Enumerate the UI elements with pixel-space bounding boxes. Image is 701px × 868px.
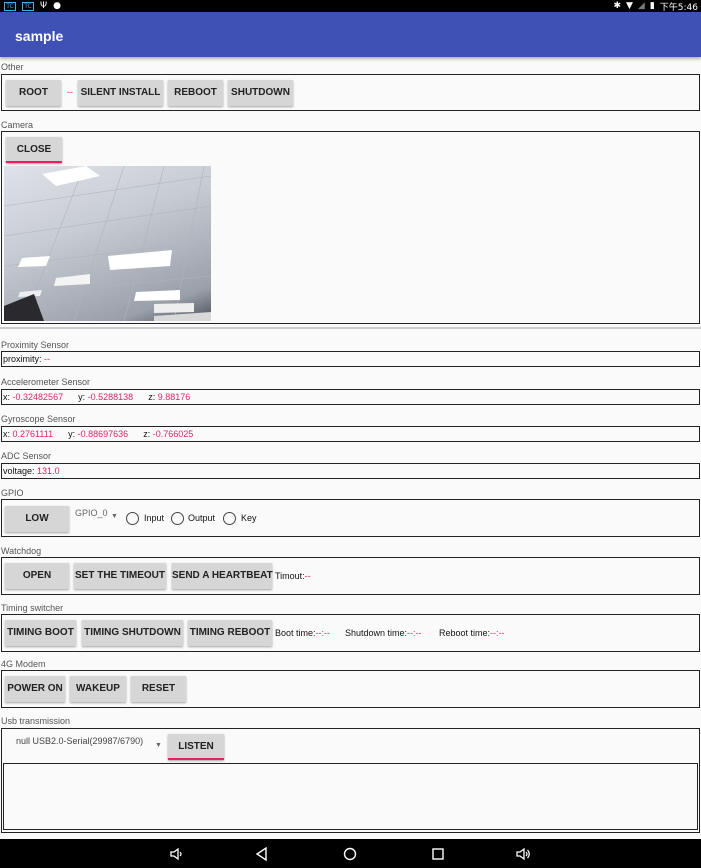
- app-title: sample: [15, 28, 64, 44]
- app-icon: TC: [22, 1, 34, 11]
- app-bar: sample: [0, 12, 701, 57]
- gyro-z-key: z:: [143, 429, 151, 439]
- close-camera-button[interactable]: CLOSE: [6, 137, 62, 163]
- proximity-value: --: [44, 354, 51, 364]
- watchdog-open-button[interactable]: OPEN: [5, 563, 69, 589]
- section-label-watchdog: Watchdog: [1, 546, 42, 556]
- usb-device-select[interactable]: null USB2.0-Serial(29987/6790): [16, 736, 143, 746]
- shutdown-time-key: Shutdown time:: [345, 628, 408, 638]
- section-label-camera: Camera: [1, 120, 34, 130]
- volume-up-icon[interactable]: [515, 846, 531, 862]
- gyro-x-value: 0.2761111: [12, 429, 54, 439]
- timing-boot-button[interactable]: TIMING BOOT: [5, 620, 76, 646]
- reboot-time-status: Reboot time:--:--: [439, 628, 505, 638]
- section-label-modem: 4G Modem: [1, 659, 46, 669]
- proximity-key: proximity:: [3, 354, 42, 364]
- section-label-gpio: GPIO: [1, 488, 24, 498]
- section-label-adc: ADC Sensor: [1, 451, 52, 461]
- app-icon: TC: [4, 1, 16, 11]
- volume-down-icon[interactable]: [168, 846, 184, 862]
- divider: [0, 327, 701, 329]
- adc-key: voltage:: [3, 466, 35, 476]
- wifi-icon: ▼: [625, 1, 633, 11]
- chevron-down-icon[interactable]: ▼: [155, 742, 162, 749]
- output-radio[interactable]: [171, 512, 184, 525]
- adc-readout: voltage: 131.0: [1, 463, 700, 479]
- timeout-key: Timout:: [275, 571, 305, 581]
- section-label-proximity: Proximity Sensor: [1, 340, 70, 350]
- navigation-bar: [0, 839, 701, 868]
- accel-x-key: x:: [3, 392, 11, 402]
- power-on-button[interactable]: POWER ON: [5, 676, 65, 702]
- timing-shutdown-button[interactable]: TIMING SHUTDOWN: [82, 620, 183, 646]
- back-icon[interactable]: [254, 846, 270, 862]
- debug-icon: ●: [53, 1, 61, 11]
- reset-button[interactable]: RESET: [131, 676, 186, 702]
- boot-time-value: --:--: [315, 628, 331, 638]
- boot-time-status: Boot time:--:--: [275, 628, 330, 638]
- signal-icon: ◢: [637, 1, 645, 11]
- gyro-y-value: -0.88697636: [77, 429, 129, 439]
- output-radio-label: Output: [188, 513, 216, 523]
- gyro-x-key: x:: [3, 429, 11, 439]
- section-label-gyroscope: Gyroscope Sensor: [1, 414, 76, 424]
- adc-value: 131.0: [37, 466, 60, 476]
- root-status: --: [67, 87, 73, 97]
- wakeup-button[interactable]: WAKEUP: [70, 676, 126, 702]
- accel-y-key: y:: [78, 392, 86, 402]
- usb-log-area[interactable]: [3, 763, 698, 830]
- bluetooth-icon: ✱: [613, 1, 621, 11]
- input-radio-label: Input: [144, 513, 165, 523]
- proximity-readout: proximity: --: [1, 351, 700, 367]
- timeout-value: --: [304, 571, 311, 581]
- silent-install-button[interactable]: SILENT INSTALL: [78, 80, 163, 106]
- gyro-z-value: -0.766025: [152, 429, 194, 439]
- usb-icon: Ψ: [40, 1, 48, 11]
- camera-preview: [4, 166, 211, 321]
- shutdown-button[interactable]: SHUTDOWN: [228, 80, 293, 106]
- input-radio[interactable]: [126, 512, 139, 525]
- gpio-panel: [1, 499, 700, 537]
- listen-button[interactable]: LISTEN: [168, 734, 224, 760]
- clock: 下午5:46: [659, 2, 698, 13]
- key-radio[interactable]: [223, 512, 236, 525]
- accelerometer-readout: x: -0.32482567 y: -0.5288138 z: 9.88176: [1, 389, 700, 405]
- key-radio-label: Key: [241, 513, 257, 523]
- timing-reboot-button[interactable]: TIMING REBOOT: [188, 620, 272, 646]
- home-icon[interactable]: [342, 846, 358, 862]
- send-heartbeat-button[interactable]: SEND A HEARTBEAT: [172, 563, 273, 589]
- boot-time-key: Boot time:: [275, 628, 316, 638]
- section-label-usb: Usb transmission: [1, 716, 71, 726]
- shutdown-time-status: Shutdown time:--:--: [345, 628, 422, 638]
- gyroscope-readout: x: 0.2761111 y: -0.88697636 z: -0.766025: [1, 426, 700, 442]
- section-label-accelerometer: Accelerometer Sensor: [1, 377, 91, 387]
- accel-y-value: -0.5288138: [87, 392, 134, 402]
- section-label-timing: Timing switcher: [1, 603, 64, 613]
- reboot-button[interactable]: REBOOT: [168, 80, 223, 106]
- reboot-time-key: Reboot time:: [439, 628, 491, 638]
- gpio-pin-select[interactable]: GPIO_0: [75, 508, 108, 518]
- set-timeout-button[interactable]: SET THE TIMEOUT: [74, 563, 166, 589]
- reboot-time-value: --:--: [490, 628, 505, 638]
- gpio-level-button[interactable]: LOW: [5, 506, 69, 532]
- recents-icon[interactable]: [430, 846, 446, 862]
- accel-z-value: 9.88176: [157, 392, 191, 402]
- watchdog-timeout-status: Timout:--: [275, 571, 311, 581]
- status-bar: TC TC Ψ ● ✱ ▼ ◢ ▮ 下午5:46: [0, 0, 701, 13]
- shutdown-time-value: --:--: [407, 628, 422, 638]
- section-label-other: Other: [1, 62, 24, 72]
- battery-icon: ▮: [649, 1, 655, 11]
- gyro-y-key: y:: [68, 429, 76, 439]
- chevron-down-icon[interactable]: ▼: [111, 513, 118, 520]
- accel-z-key: z:: [148, 392, 156, 402]
- accel-x-value: -0.32482567: [12, 392, 64, 402]
- root-button[interactable]: ROOT: [6, 80, 61, 106]
